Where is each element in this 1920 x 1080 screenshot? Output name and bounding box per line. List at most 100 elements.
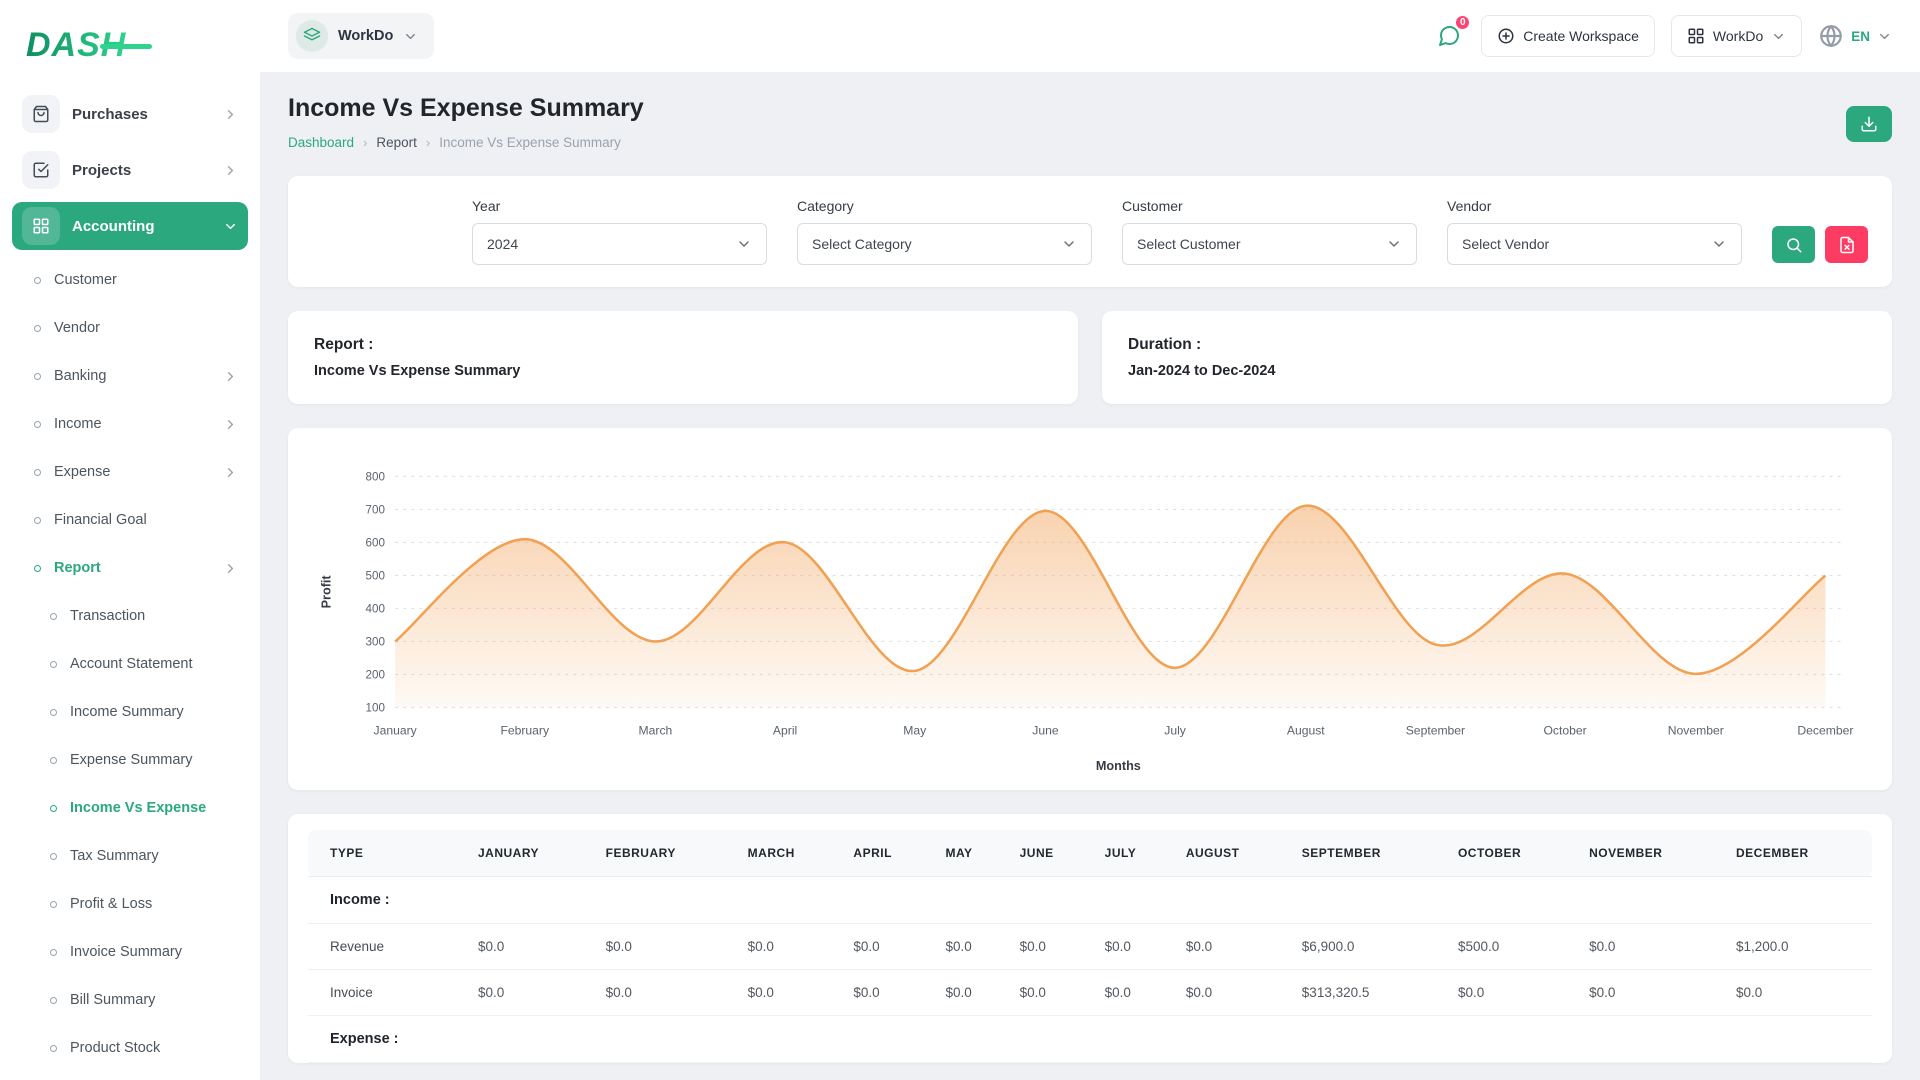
y-tick-label: 700: [366, 503, 386, 516]
x-tick-label: July: [1164, 724, 1187, 738]
sidebar-item-label: Vendor: [54, 320, 100, 336]
language-selector[interactable]: EN: [1818, 23, 1892, 49]
sidebar-item-financial-goal[interactable]: Financial Goal: [22, 498, 248, 542]
sidebar-item-label: Purchases: [72, 106, 223, 123]
cell-value: $6,900.0: [1292, 924, 1448, 970]
language-code: EN: [1851, 29, 1870, 44]
sidebar: DASH Purchases Projects Accounting Customer…: [0, 0, 260, 1080]
report-value: Income Vs Expense Summary: [314, 363, 1052, 379]
globe-icon: [1818, 23, 1844, 49]
sidebar-item-label: Report: [54, 560, 101, 576]
cell-value: $0.0: [596, 924, 738, 970]
chevron-right-icon: [223, 163, 238, 178]
sidebar-item-accounting[interactable]: Accounting: [12, 202, 248, 250]
cell-value: $0.0: [1176, 970, 1292, 1016]
chevron-down-icon: [1386, 236, 1402, 252]
workspace-switcher[interactable]: WorkDo: [288, 13, 434, 59]
download-icon: [1860, 115, 1878, 133]
sidebar-item-report[interactable]: Report: [22, 546, 248, 590]
workspace-dropdown[interactable]: WorkDo: [1671, 15, 1802, 57]
column-header: MARCH: [738, 830, 844, 877]
column-header: SEPTEMBER: [1292, 830, 1448, 877]
chart-card: 100200300400500600700800JanuaryFebruaryM…: [288, 428, 1892, 790]
sidebar-item-income-summary[interactable]: Income Summary: [38, 690, 248, 734]
sidebar-item-product-stock[interactable]: Product Stock: [38, 1026, 248, 1070]
shopping-bag-icon: [22, 95, 60, 133]
create-workspace-label: Create Workspace: [1523, 28, 1639, 44]
sidebar-item-label: Bill Summary: [70, 992, 155, 1008]
y-tick-label: 600: [366, 536, 386, 549]
cell-value: $0.0: [843, 924, 935, 970]
cell-value: $0.0: [596, 970, 738, 1016]
category-select[interactable]: Select Category: [797, 223, 1092, 265]
sidebar-item-profit-loss[interactable]: Profit & Loss: [38, 882, 248, 926]
filter-card: Year 2024 Category Select Category: [288, 176, 1892, 287]
category-field: Category Select Category: [797, 198, 1092, 265]
cell-value: $0.0: [1010, 970, 1095, 1016]
dot-icon: [50, 709, 57, 716]
table-card: TYPEJANUARYFEBRUARYMARCHAPRILMAYJUNEJULY…: [288, 814, 1892, 1063]
messages-button[interactable]: 0: [1433, 20, 1465, 52]
x-tick-label: August: [1287, 724, 1325, 738]
cell-value: $313,320.5: [1292, 970, 1448, 1016]
sidebar-item-projects[interactable]: Projects: [12, 146, 248, 194]
app-root: DASH Purchases Projects Accounting Customer…: [0, 0, 1920, 1080]
breadcrumb-dashboard[interactable]: Dashboard: [288, 135, 354, 150]
customer-field: Customer Select Customer: [1122, 198, 1417, 265]
sidebar-item-bill-summary[interactable]: Bill Summary: [38, 978, 248, 1022]
column-header: MAY: [936, 830, 1010, 877]
table-section-row: Expense :: [308, 1016, 1872, 1063]
sidebar-item-cash-flow[interactable]: Cash Flow: [38, 1074, 248, 1080]
sidebar-item-label: Projects: [72, 162, 223, 179]
sidebar-item-customer[interactable]: Customer: [22, 258, 248, 302]
download-button[interactable]: [1846, 106, 1892, 142]
sidebar-item-label: Income: [54, 416, 102, 432]
sidebar-item-label: Expense Summary: [70, 752, 193, 768]
sidebar-item-account-statement[interactable]: Account Statement: [38, 642, 248, 686]
column-header: DECEMBER: [1726, 830, 1872, 877]
x-tick-label: November: [1668, 724, 1724, 738]
sidebar-item-income-vs-expense[interactable]: Income Vs Expense: [38, 786, 248, 830]
cell-value: $0.0: [738, 970, 844, 1016]
sidebar-item-purchases[interactable]: Purchases: [12, 90, 248, 138]
year-select[interactable]: 2024: [472, 223, 767, 265]
cell-value: $0.0: [936, 924, 1010, 970]
dot-icon: [50, 901, 57, 908]
reset-filter-button[interactable]: [1825, 226, 1868, 263]
sidebar-item-banking[interactable]: Banking: [22, 354, 248, 398]
cell-value: $0.0: [936, 970, 1010, 1016]
sidebar-item-transaction[interactable]: Transaction: [38, 594, 248, 638]
create-workspace-button[interactable]: Create Workspace: [1481, 15, 1655, 57]
duration-summary-card: Duration : Jan-2024 to Dec-2024: [1102, 311, 1892, 404]
sidebar-item-label: Accounting: [72, 218, 223, 235]
sidebar-item-label: Income Vs Expense: [70, 800, 206, 816]
page-content: Income Vs Expense Summary Dashboard › Re…: [260, 72, 1920, 1080]
sidebar-item-vendor[interactable]: Vendor: [22, 306, 248, 350]
grid-icon: [22, 207, 60, 245]
search-button[interactable]: [1772, 226, 1815, 263]
chevron-down-icon: [736, 236, 752, 252]
report-submenu: TransactionAccount StatementIncome Summa…: [22, 594, 248, 1080]
duration-label: Duration :: [1128, 336, 1866, 354]
sidebar-item-expense[interactable]: Expense: [22, 450, 248, 494]
column-header: OCTOBER: [1448, 830, 1579, 877]
x-tick-label: September: [1406, 724, 1465, 738]
sidebar-item-label: Customer: [54, 272, 117, 288]
y-tick-label: 500: [366, 569, 386, 582]
chevron-down-icon: [1771, 29, 1786, 44]
breadcrumb-report[interactable]: Report: [376, 135, 417, 150]
breadcrumb-separator-icon: ›: [426, 135, 430, 150]
chevron-right-icon: [223, 417, 238, 432]
chevron-down-icon: [223, 219, 238, 234]
app-logo[interactable]: DASH: [0, 0, 260, 90]
chevron-down-icon: [1711, 236, 1727, 252]
sidebar-item-income[interactable]: Income: [22, 402, 248, 446]
sidebar-item-invoice-summary[interactable]: Invoice Summary: [38, 930, 248, 974]
customer-select[interactable]: Select Customer: [1122, 223, 1417, 265]
vendor-select[interactable]: Select Vendor: [1447, 223, 1742, 265]
sidebar-item-expense-summary[interactable]: Expense Summary: [38, 738, 248, 782]
cell-value: $0.0: [1010, 924, 1095, 970]
sidebar-item-tax-summary[interactable]: Tax Summary: [38, 834, 248, 878]
sidebar-item-label: Invoice Summary: [70, 944, 182, 960]
y-tick-label: 100: [366, 701, 386, 714]
